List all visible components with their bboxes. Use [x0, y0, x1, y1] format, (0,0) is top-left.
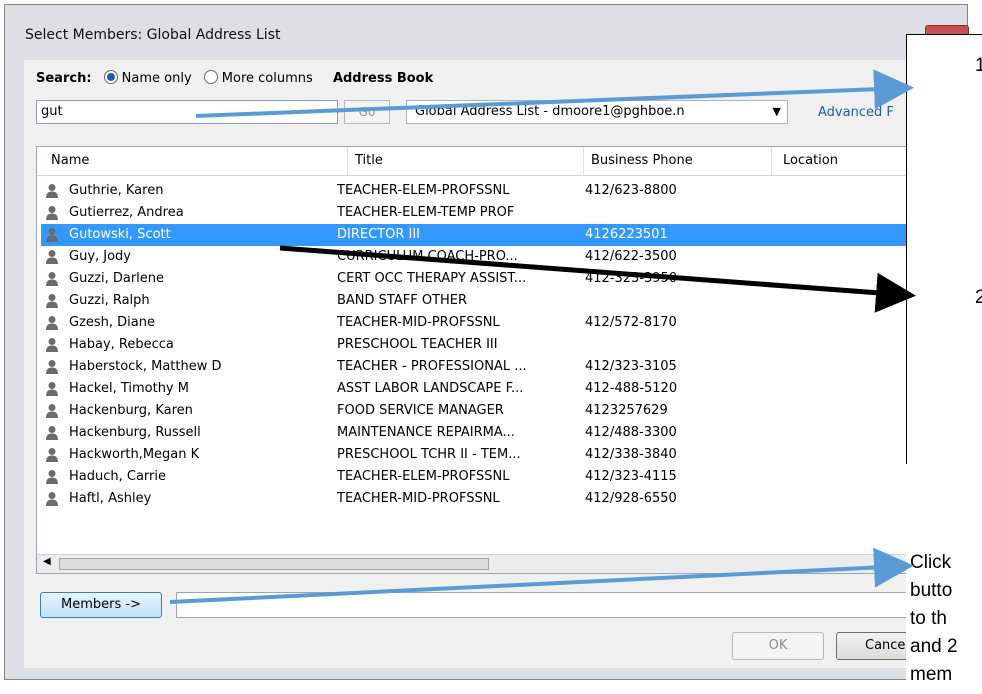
arrow-to-selected-row	[279, 245, 916, 313]
arrow-to-members-button	[169, 547, 914, 604]
annotation-arrows	[169, 69, 916, 604]
arrow-to-search-input	[195, 69, 914, 118]
